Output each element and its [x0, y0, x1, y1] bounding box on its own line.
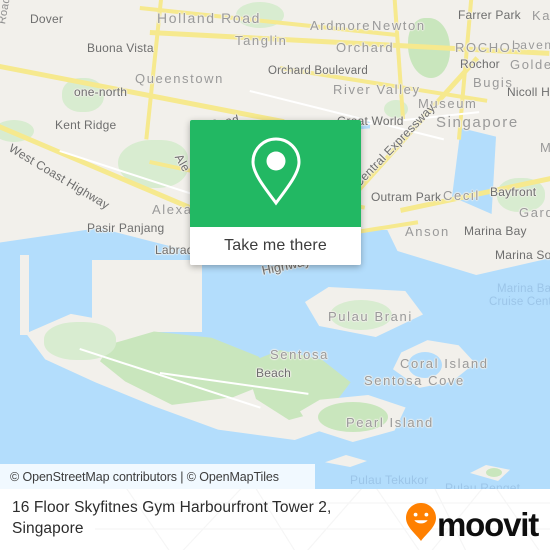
map-label: Cecil	[443, 188, 480, 203]
attribution-text: © OpenStreetMap contributors | © OpenMap…	[10, 469, 279, 484]
map-label: Sentosa Cove	[364, 373, 465, 388]
card-green-panel	[190, 120, 361, 227]
moovit-logo[interactable]: moovit	[406, 503, 539, 546]
moovit-pin-smiley-icon	[406, 503, 437, 546]
map-label: Farrer Park	[458, 8, 521, 22]
map-label: Buona Vista	[87, 41, 154, 55]
place-title: 16 Floor Skyfitnes Gym Harbourfront Towe…	[12, 499, 332, 537]
map-label: Beach	[256, 366, 292, 380]
map-label: Marina South	[495, 248, 550, 262]
landmass-pulau-tekukor	[325, 455, 367, 467]
map-label: Coral Island	[400, 356, 489, 371]
moovit-wordmark: moovit	[437, 506, 539, 543]
map-label: Pulau Tekukor	[350, 473, 429, 487]
landmass-port-pier	[20, 255, 29, 335]
map-label: Bayfront	[490, 185, 537, 199]
map-label: Nicoll High	[507, 85, 550, 99]
greenspace-pulau-renget	[486, 468, 502, 477]
map-label: River Valley	[333, 82, 421, 97]
map-label: Kall	[532, 8, 550, 23]
map-attribution-bar[interactable]: © OpenStreetMap contributors | © OpenMap…	[0, 464, 315, 489]
map-label: Pasir Panjang	[87, 221, 165, 235]
map-label: Ardmore	[310, 18, 372, 33]
greenspace-sentosa-west	[44, 322, 116, 360]
map-label: Marina Bay	[464, 224, 527, 238]
map-label: Kent Ridge	[55, 118, 117, 132]
map-label: Garden	[519, 205, 550, 220]
map-label: Sentosa	[270, 347, 329, 362]
map-label: one-north	[74, 85, 128, 99]
take-me-there-card[interactable]: Take me there	[190, 120, 361, 265]
footer-bar: 16 Floor Skyfitnes Gym Harbourfront Towe…	[0, 489, 550, 550]
map-label: Cruise Centre	[489, 296, 550, 308]
map-label: Pulau Brani	[328, 309, 413, 324]
map-label: Pulau Renget	[445, 481, 521, 489]
map-label: Singapore	[436, 114, 519, 131]
take-me-there-label: Take me there	[224, 237, 327, 254]
map-label: Pearl Island	[346, 415, 434, 430]
map-label: Marina Bay	[497, 283, 550, 295]
map-label: Holland Road	[157, 10, 262, 26]
map-pin-icon	[247, 135, 305, 212]
map-label: M	[540, 140, 550, 155]
map-label: Orchard	[336, 40, 395, 55]
map-label: Dover	[30, 12, 64, 26]
map-label: Rochor	[460, 57, 500, 71]
map-label: Anson	[405, 224, 450, 239]
map-label: Queenstown	[135, 71, 224, 86]
map-label: Outram Park	[371, 190, 442, 204]
map-label: Orchard Boulevard	[268, 65, 368, 77]
map-label: Tanglin	[235, 33, 288, 48]
map-label: Golden	[510, 57, 550, 72]
card-label-strip[interactable]: Take me there	[190, 227, 361, 265]
map-canvas[interactable]: Road Dover Holland Road Ardmore Newton Farrer…	[0, 0, 550, 489]
map-label: Newton	[372, 18, 426, 33]
map-label: Lavender	[512, 38, 550, 52]
